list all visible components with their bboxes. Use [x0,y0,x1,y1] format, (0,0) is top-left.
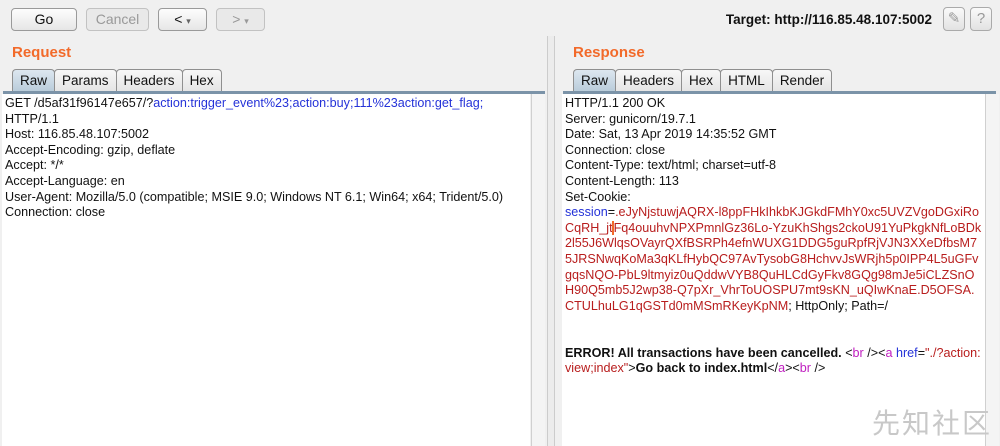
response-line: HTTP/1.1 200 OK [565,96,666,110]
forward-icon: > [232,11,241,27]
split-divider[interactable] [547,36,555,446]
response-line: Connection: close [565,142,666,157]
cookie-name: session [565,205,608,220]
response-body: ERROR! All transactions have been cancel… [565,345,981,376]
cookie-value: Fq4ouuhvNPXPmnlGz36Lo-YzuKhShgs2ckoU91Yu… [565,220,982,313]
request-title: Request [12,44,72,61]
response-editor[interactable]: HTTP/1.1 200 OK Server: gunicorn/19.7.1 Da… [562,94,985,446]
cookie-eq: = [607,205,616,220]
cookie-attrs: ; HttpOnly; Path=/ [788,298,889,313]
tab-headers[interactable]: Headers [615,69,683,92]
request-header-line: Accept: */* [5,158,64,173]
error-text: ERROR! All transactions have been cancel… [565,345,846,360]
response-tabs: Raw Headers Hex HTML Render [573,69,833,92]
tab-raw[interactable]: Raw [573,69,617,92]
request-header-line: User-Agent: Mozilla/5.0 (compatible; MSI… [5,189,504,204]
cancel-button[interactable]: Cancel [86,8,149,31]
help-icon[interactable]: ? [970,7,992,31]
request-query: action:trigger_event%23;action:buy;111%2… [153,96,484,110]
go-button[interactable]: Go [11,8,77,31]
response-scrollbar[interactable] [985,94,999,446]
request-header-line: Connection: close [5,205,106,220]
request-scrollbar[interactable] [531,94,545,446]
tab-raw[interactable]: Raw [12,69,56,92]
request-header-line: Accept-Encoding: gzip, deflate [5,142,176,157]
back-icon: < [174,11,183,27]
response-line: Content-Length: 113 [565,173,679,188]
request-editor[interactable]: GET /d5af31f96147e657/?action:trigger_ev… [2,94,530,446]
tab-render[interactable]: Render [771,69,833,92]
tab-hex[interactable]: Hex [681,69,722,92]
edit-target-icon[interactable]: ✎ [943,7,965,31]
tag-br: br [852,345,864,360]
link-text: Go back to index.html [635,361,768,376]
response-title: Response [573,44,645,61]
tab-html[interactable]: HTML [720,69,773,92]
href-attr: href [895,345,918,360]
request-line: GET /d5af31f96147e657/?action:trigger_ev… [5,96,483,110]
request-header-line: Host: 116.85.48.107:5002 [5,127,150,142]
tab-hex[interactable]: Hex [181,69,222,92]
request-tabs: Raw Params Headers Hex [12,69,222,92]
set-cookie-value: session=.eJyNjstuwjAQRX-l8ppFHkIhkbKJGkd… [565,205,982,314]
response-line: Set-Cookie: [565,189,631,204]
tag-br: br [799,361,811,376]
response-line: Date: Sat, 13 Apr 2019 14:35:52 GMT [565,127,777,142]
request-header-line: Accept-Language: en [5,173,125,188]
target-label[interactable]: Target: http://116.85.48.107:5002 [726,12,932,27]
tab-params[interactable]: Params [54,69,117,92]
tag-a: a [885,345,893,360]
back-button[interactable]: < ▾ [158,8,207,31]
request-header-line: HTTP/1.1 [5,111,59,126]
request-path: GET /d5af31f96147e657/? [5,96,154,110]
forward-button[interactable]: > ▾ [216,8,265,31]
response-line: Content-Type: text/html; charset=utf-8 [565,158,777,173]
watermark-logo: 先知社区 [871,408,992,439]
response-line: Server: gunicorn/19.7.1 [565,111,696,126]
forward-menu-icon[interactable]: ▾ [244,16,249,26]
tab-headers[interactable]: Headers [115,69,183,92]
back-menu-icon[interactable]: ▾ [186,16,191,26]
